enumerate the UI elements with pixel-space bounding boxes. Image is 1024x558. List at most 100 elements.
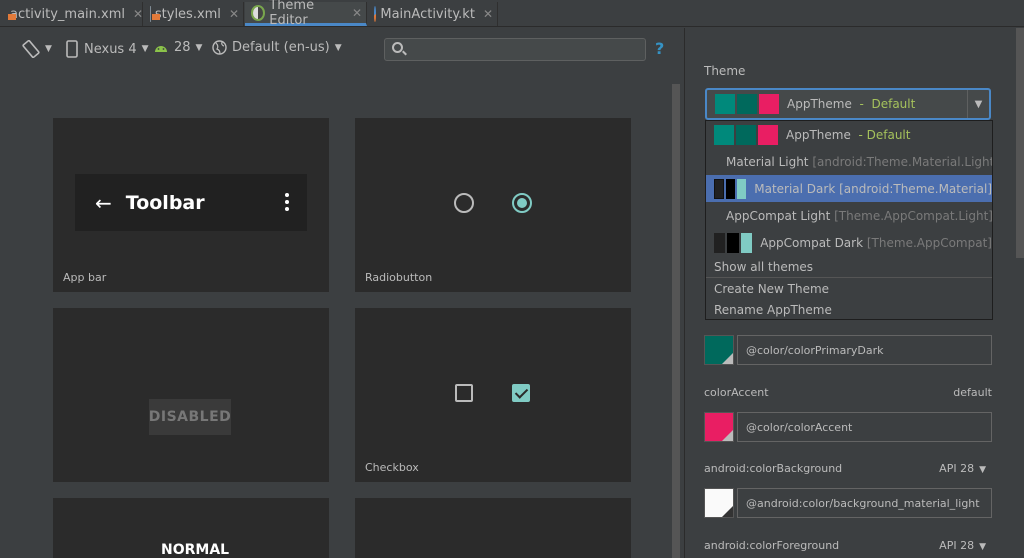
api-level-selector[interactable]: API 28 ▼ — [939, 539, 986, 552]
disabled-button: DISABLED — [149, 399, 231, 435]
color-primary-dark-swatch[interactable] — [704, 335, 734, 365]
chevron-down-icon: ▼ — [979, 465, 986, 475]
theme-preview-pane: ▼ Nexus 4 ▼ 28 ▼ Default (en-us) ▼ ? ← T… — [0, 28, 684, 558]
back-arrow-icon[interactable]: ← — [95, 191, 112, 215]
preview-toolbar: ▼ Nexus 4 ▼ 28 ▼ Default (en-us) ▼ ? — [0, 28, 684, 72]
search-icon — [392, 42, 403, 53]
radio-checked[interactable] — [512, 193, 532, 213]
show-all-themes-item[interactable]: Show all themes — [706, 256, 992, 277]
chevron-down-icon: ▼ — [334, 42, 342, 53]
tab-label: MainActivity.kt — [380, 6, 475, 22]
phone-icon — [66, 40, 78, 58]
checkbox-unchecked[interactable] — [455, 384, 473, 402]
theme-option-appcompat-light[interactable]: AppCompat Light [Theme.AppCompat.Light] — [706, 202, 992, 229]
attribute-row-color-background: android:colorBackground API 28 ▼ — [704, 462, 992, 475]
appbar-preview-card: ← Toolbar App bar — [53, 118, 329, 292]
locale-label: Default (en-us) — [232, 40, 330, 55]
chevron-down-icon: ▼ — [141, 44, 149, 54]
theme-option-apptheme[interactable]: AppTheme - Default — [706, 121, 992, 148]
color-swatch — [737, 178, 747, 199]
theme-option-label: AppTheme - Default — [786, 127, 911, 142]
search-input[interactable] — [384, 38, 646, 61]
card-label: Checkbox — [365, 461, 419, 474]
radiobutton-preview-card: Radiobutton — [355, 118, 631, 292]
kotlin-file-icon — [374, 6, 377, 22]
rename-theme-item[interactable]: Rename AppTheme — [706, 299, 992, 319]
color-swatch — [714, 232, 726, 253]
toolbar-sample: ← Toolbar — [75, 174, 307, 231]
attribute-source: default — [953, 386, 992, 399]
preview-scrollbar[interactable] — [672, 84, 680, 558]
color-swatch — [727, 232, 739, 253]
tab-theme-editor[interactable]: Theme Editor ✕ — [245, 0, 367, 28]
theme-editor-icon — [251, 4, 266, 21]
create-new-theme-item[interactable]: Create New Theme — [706, 278, 992, 299]
theme-label: Theme — [704, 64, 746, 78]
radio-unchecked[interactable] — [454, 193, 474, 213]
color-background-field[interactable]: @android:color/background_material_light — [737, 488, 992, 518]
checkbox-checked[interactable] — [512, 384, 530, 402]
close-icon[interactable]: ✕ — [352, 6, 362, 20]
theme-selector[interactable]: AppTheme - Default ▼ — [705, 88, 991, 120]
color-primary-dark-field[interactable]: @color/colorPrimaryDark — [737, 335, 992, 365]
attribute-row-color-accent: colorAccent default — [704, 386, 992, 399]
attribute-name: colorAccent — [704, 386, 769, 399]
color-swatch — [736, 124, 756, 145]
theme-attributes-panel: Theme AppTheme - Default ▼ AppTheme - De… — [684, 28, 1024, 558]
color-swatch — [759, 94, 779, 114]
color-swatch — [758, 124, 778, 145]
attribute-name: android:colorForeground — [704, 539, 840, 552]
color-background-swatch[interactable] — [704, 488, 734, 518]
close-icon[interactable]: ✕ — [133, 7, 143, 21]
theme-option-appcompat-dark[interactable]: AppCompat Dark [Theme.AppCompat] — [706, 229, 992, 256]
panel-scrollbar[interactable] — [1016, 28, 1024, 258]
color-swatch — [737, 94, 757, 114]
color-swatch — [714, 178, 725, 199]
api-level-selector[interactable]: API 28 ▼ — [939, 462, 986, 475]
api-level-selector[interactable]: 28 ▼ — [154, 40, 202, 55]
chevron-down-icon: ▼ — [195, 42, 203, 53]
tab-label: activity_main.xml — [10, 6, 126, 22]
theme-option-label: AppCompat Dark [Theme.AppCompat] — [760, 235, 992, 250]
preview-card — [355, 498, 631, 558]
tab-label: Theme Editor — [269, 0, 315, 28]
xml-layout-icon — [150, 6, 159, 22]
orientation-button[interactable]: ▼ — [22, 40, 52, 58]
api-label: 28 — [174, 40, 191, 55]
theme-dropdown-list: AppTheme - Default Material Light [andro… — [705, 120, 993, 320]
chevron-down-icon: ▼ — [45, 44, 52, 54]
theme-option-label: Material Dark [android:Theme.Material] — [754, 181, 993, 196]
color-accent-field[interactable]: @color/colorAccent — [737, 412, 992, 442]
ide-window: activity_main.xml ✕ styles.xml ✕ Theme E… — [0, 0, 1024, 558]
globe-icon — [212, 40, 227, 55]
color-swatch — [715, 94, 735, 114]
tab-styles[interactable]: styles.xml ✕ — [144, 2, 244, 26]
normal-button-preview-card: NORMAL — [53, 498, 329, 558]
close-icon[interactable]: ✕ — [229, 7, 239, 21]
toolbar-title: Toolbar — [125, 191, 205, 214]
help-icon[interactable]: ? — [655, 39, 664, 58]
theme-option-material-dark[interactable]: Material Dark [android:Theme.Material] — [706, 175, 992, 202]
tab-activity-main[interactable]: activity_main.xml ✕ — [0, 2, 143, 26]
attribute-name: android:colorBackground — [704, 462, 843, 475]
overflow-menu-icon[interactable] — [285, 193, 289, 211]
chevron-down-icon[interactable]: ▼ — [967, 90, 989, 118]
device-selector[interactable]: Nexus 4 ▼ — [66, 40, 149, 58]
card-label: Radiobutton — [365, 271, 433, 284]
rotate-device-icon — [22, 40, 40, 58]
theme-option-material-light[interactable]: Material Light [android:Theme.Material.L… — [706, 148, 992, 175]
theme-option-label: Material Light [android:Theme.Material.L… — [726, 154, 993, 169]
color-swatch — [714, 124, 734, 145]
editor-tab-bar: activity_main.xml ✕ styles.xml ✕ Theme E… — [0, 0, 1024, 28]
device-label: Nexus 4 — [84, 41, 137, 57]
color-accent-swatch[interactable] — [704, 412, 734, 442]
theme-selected-label: AppTheme - Default — [787, 97, 916, 111]
close-icon[interactable]: ✕ — [483, 7, 493, 21]
android-icon — [155, 45, 167, 52]
theme-option-label: AppCompat Light [Theme.AppCompat.Light] — [726, 208, 993, 223]
locale-selector[interactable]: Default (en-us) ▼ — [212, 40, 342, 55]
tab-main-activity[interactable]: MainActivity.kt ✕ — [368, 2, 498, 26]
color-swatch — [740, 232, 753, 253]
button-preview-card: DISABLED — [53, 308, 329, 482]
attribute-row-color-foreground: android:colorForeground API 28 ▼ — [704, 539, 992, 552]
